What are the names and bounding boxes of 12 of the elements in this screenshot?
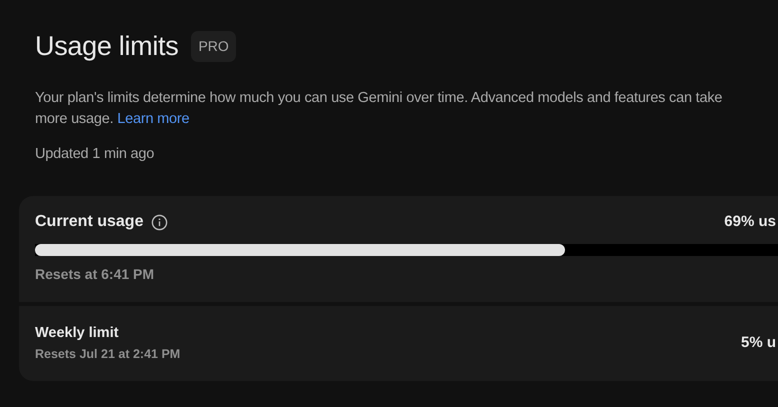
updated-text: Updated 1 min ago — [35, 145, 156, 164]
learn-more-link[interactable]: Learn more — [117, 111, 190, 128]
reset-time: Resets Jul 21 at 2:41 PM — [35, 346, 180, 363]
usage-percent: 5% u — [740, 333, 776, 354]
limit-title: Current usage — [35, 212, 144, 232]
reset-time: Resets at 6:41 PM — [35, 265, 156, 284]
usage-percent: 69% us — [724, 212, 776, 232]
description-text: Your plan's limits determine how much you can use Gemini over time. Advanced models and features can take more usage. Learn more — [35, 89, 724, 130]
limit-title: Weekly limit — [35, 324, 119, 344]
plan-badge: PRO — [191, 30, 236, 62]
info-icon[interactable] — [151, 214, 168, 231]
page-title: Usage limits — [35, 30, 178, 62]
